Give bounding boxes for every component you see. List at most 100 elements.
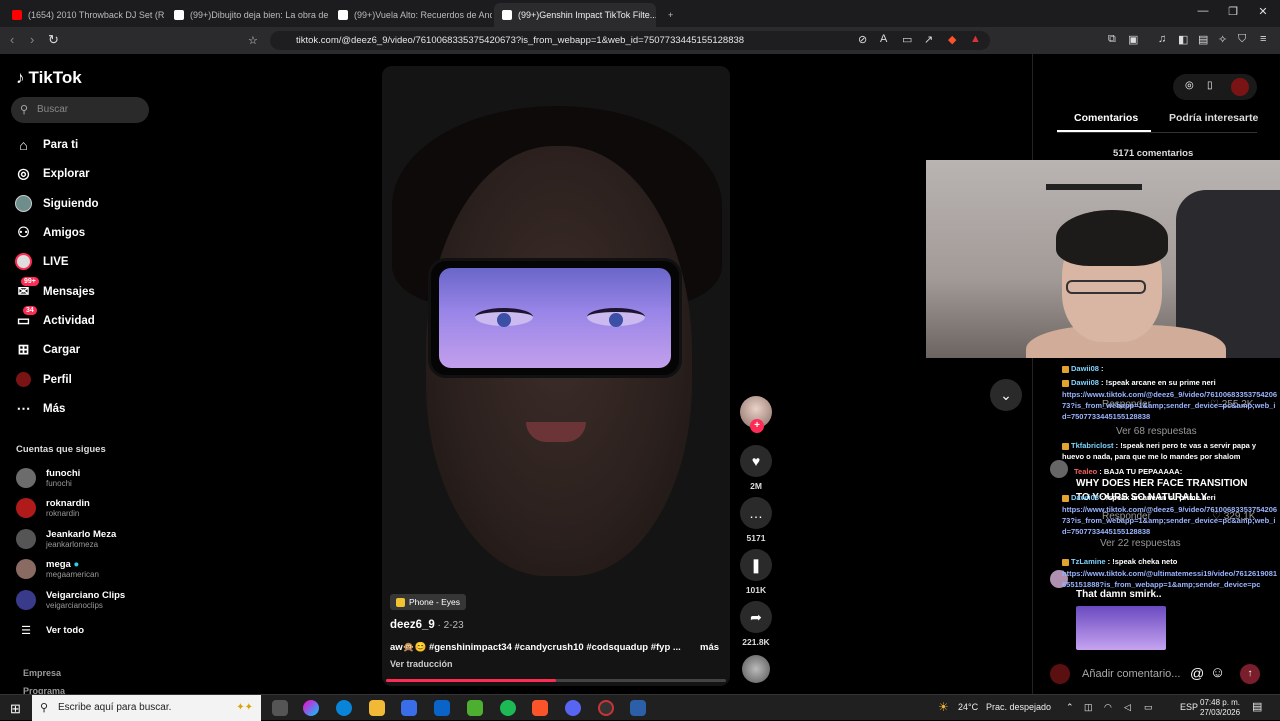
share-arrow-icon: ➦	[740, 601, 772, 633]
save-button[interactable]: ❚ 101K	[740, 549, 772, 595]
see-all-button[interactable]: ☰ Ver todo	[16, 624, 84, 637]
browser-tab[interactable]: (99+)Vuela Alto: Recuerdos de Andy...	[330, 3, 492, 27]
brave-icon[interactable]	[532, 700, 548, 716]
view-replies-button[interactable]: Ver 68 respuestas	[1116, 426, 1197, 437]
share-button[interactable]: ➦ 221.8K	[740, 601, 772, 647]
follow-button[interactable]: +	[750, 419, 764, 433]
battery-icon[interactable]: ▭	[1144, 702, 1153, 713]
chevron-down-icon: ⌄	[1000, 386, 1012, 403]
vpn-icon[interactable]: ⛉	[1238, 33, 1246, 46]
translate-off-icon[interactable]: ⊘	[858, 33, 867, 46]
chat-user: Dawii08	[1071, 493, 1099, 502]
nav-perfil[interactable]: Perfil	[15, 371, 72, 388]
tab-podria-interesarte[interactable]: Podría interesarte	[1169, 112, 1258, 124]
followed-account[interactable]: Jeankarlo Meza jeankarlomeza	[16, 529, 116, 549]
followed-account[interactable]: roknardin roknardin	[16, 498, 90, 518]
like-button[interactable]: ♥ 2M	[740, 445, 772, 491]
close-window-icon[interactable]: ✕	[1248, 5, 1278, 18]
sidebar-toggle-icon[interactable]: ◧	[1178, 33, 1188, 46]
video-player[interactable]: Phone - Eyes deez6_9 · 2-23 aw🙊😊 #genshi…	[382, 66, 730, 686]
task-view-icon[interactable]	[272, 700, 288, 716]
music-icon[interactable]: ♫	[1158, 33, 1166, 45]
brave-shield-icon[interactable]: ◆	[948, 33, 956, 46]
app-icon[interactable]	[630, 700, 646, 716]
caption-more-button[interactable]: más	[700, 642, 719, 653]
forward-icon[interactable]: ›	[30, 32, 34, 47]
settings-icon[interactable]: ◎	[1185, 80, 1194, 91]
spotify-icon[interactable]	[500, 700, 516, 716]
avatar[interactable]	[1231, 78, 1249, 96]
notifications-icon[interactable]: ▤	[1252, 700, 1262, 713]
obs-icon[interactable]	[598, 700, 614, 716]
downloads-icon[interactable]: ▣	[1128, 33, 1138, 46]
clock[interactable]: 07:48 p. m. 27/03/2026	[1200, 698, 1240, 718]
leo-ai-icon[interactable]: ✧	[1218, 33, 1227, 46]
minimize-icon[interactable]: —	[1188, 5, 1218, 17]
video-author[interactable]: deez6_9 · 2-23	[390, 619, 464, 631]
footer-link-empresa[interactable]: Empresa	[23, 668, 61, 678]
copilot-icon[interactable]	[303, 700, 319, 716]
followed-account[interactable]: mega ● megaamerican	[16, 559, 99, 579]
tab-label: (1654) 2010 Throwback DJ Set (R...	[28, 10, 164, 20]
tray-expand-icon[interactable]: ⌃	[1066, 702, 1074, 713]
nav-siguiendo[interactable]: Siguiendo	[15, 195, 99, 212]
nav-actividad[interactable]: ▭ 34 Actividad	[15, 306, 95, 329]
weather-temp[interactable]: 24°C	[958, 702, 978, 712]
share-icon[interactable]: ↗	[924, 33, 933, 46]
tiktok-logo[interactable]: ♪ TikTok	[16, 68, 82, 88]
translate-button[interactable]: Ver traducción	[390, 659, 453, 669]
nav-mas[interactable]: ⋯ Más	[15, 400, 66, 417]
back-icon[interactable]: ‹	[10, 32, 14, 47]
music-disc-icon[interactable]	[742, 655, 770, 683]
new-tab-button[interactable]: +	[660, 3, 680, 27]
nav-para-ti[interactable]: ⌂ Para ti	[15, 136, 78, 153]
extensions-icon[interactable]: ⧉	[1108, 33, 1116, 46]
nav-cargar[interactable]: ⊞ Cargar	[15, 341, 80, 358]
reload-icon[interactable]: ↻	[48, 32, 59, 48]
mail-icon[interactable]	[434, 700, 450, 716]
taskbar-search[interactable]: ⚲ Escribe aquí para buscar. ✦✦	[32, 695, 261, 721]
restore-icon[interactable]: ❐	[1218, 5, 1248, 18]
file-explorer-icon[interactable]	[369, 700, 385, 716]
device-icon[interactable]: ▯	[1207, 80, 1213, 91]
network-icon[interactable]: ◫	[1084, 702, 1093, 713]
effect-tag[interactable]: Phone - Eyes	[390, 594, 467, 610]
mention-icon[interactable]: @	[1190, 665, 1204, 681]
weather-desc[interactable]: Prac. despejado	[986, 702, 1051, 712]
view-replies-button[interactable]: Ver 22 respuestas	[1100, 538, 1181, 549]
volume-icon[interactable]: ◁	[1124, 702, 1131, 713]
nav-amigos[interactable]: ⚇ Amigos	[15, 224, 85, 241]
edge-icon[interactable]	[336, 700, 352, 716]
emoji-icon[interactable]: ☺	[1210, 664, 1225, 681]
browser-tab-active[interactable]: (99+)Genshin Impact TikTok Filte... ✕	[494, 3, 656, 27]
avatar	[1050, 664, 1070, 684]
comment-button[interactable]: … 5171	[740, 497, 772, 543]
phone-filter	[428, 258, 682, 378]
wifi-icon[interactable]: ◠	[1104, 702, 1112, 713]
wallet-icon[interactable]: ▤	[1198, 33, 1208, 46]
tab-comentarios[interactable]: Comentarios	[1074, 112, 1138, 124]
menu-icon[interactable]: ≡	[1260, 33, 1266, 45]
language-indicator[interactable]: ESP	[1180, 702, 1198, 712]
nav-live[interactable]: LIVE	[15, 253, 69, 270]
translate-icon[interactable]: A	[880, 33, 887, 45]
screen-icon[interactable]: ▭	[902, 33, 912, 46]
search-input[interactable]: ⚲ Buscar	[11, 97, 149, 123]
nav-mensajes[interactable]: ✉ 99+ Mensajes	[15, 277, 95, 300]
next-video-button[interactable]: ⌄	[990, 379, 1022, 411]
bookmark-icon[interactable]: ☆	[248, 34, 258, 47]
store-icon[interactable]	[401, 700, 417, 716]
minecraft-icon[interactable]	[467, 700, 483, 716]
video-progress[interactable]	[386, 679, 726, 682]
nav-explorar[interactable]: ◎ Explorar	[15, 165, 89, 182]
brave-rewards-icon[interactable]: ▲	[970, 33, 981, 45]
send-button[interactable]: ↑	[1240, 664, 1260, 684]
followed-account[interactable]: Veigarciano Clips veigarcianoclips	[16, 590, 125, 610]
followed-account[interactable]: funochi funochi	[16, 468, 80, 488]
discord-icon[interactable]	[565, 700, 581, 716]
browser-tab[interactable]: (1654) 2010 Throwback DJ Set (R...	[4, 3, 164, 27]
nav-label: LIVE	[43, 255, 69, 268]
avatar	[16, 529, 36, 549]
windows-start-icon[interactable]: ⊞	[10, 701, 21, 717]
browser-tab[interactable]: (99+)Dibujito deja bien: La obra de A...	[166, 3, 328, 27]
